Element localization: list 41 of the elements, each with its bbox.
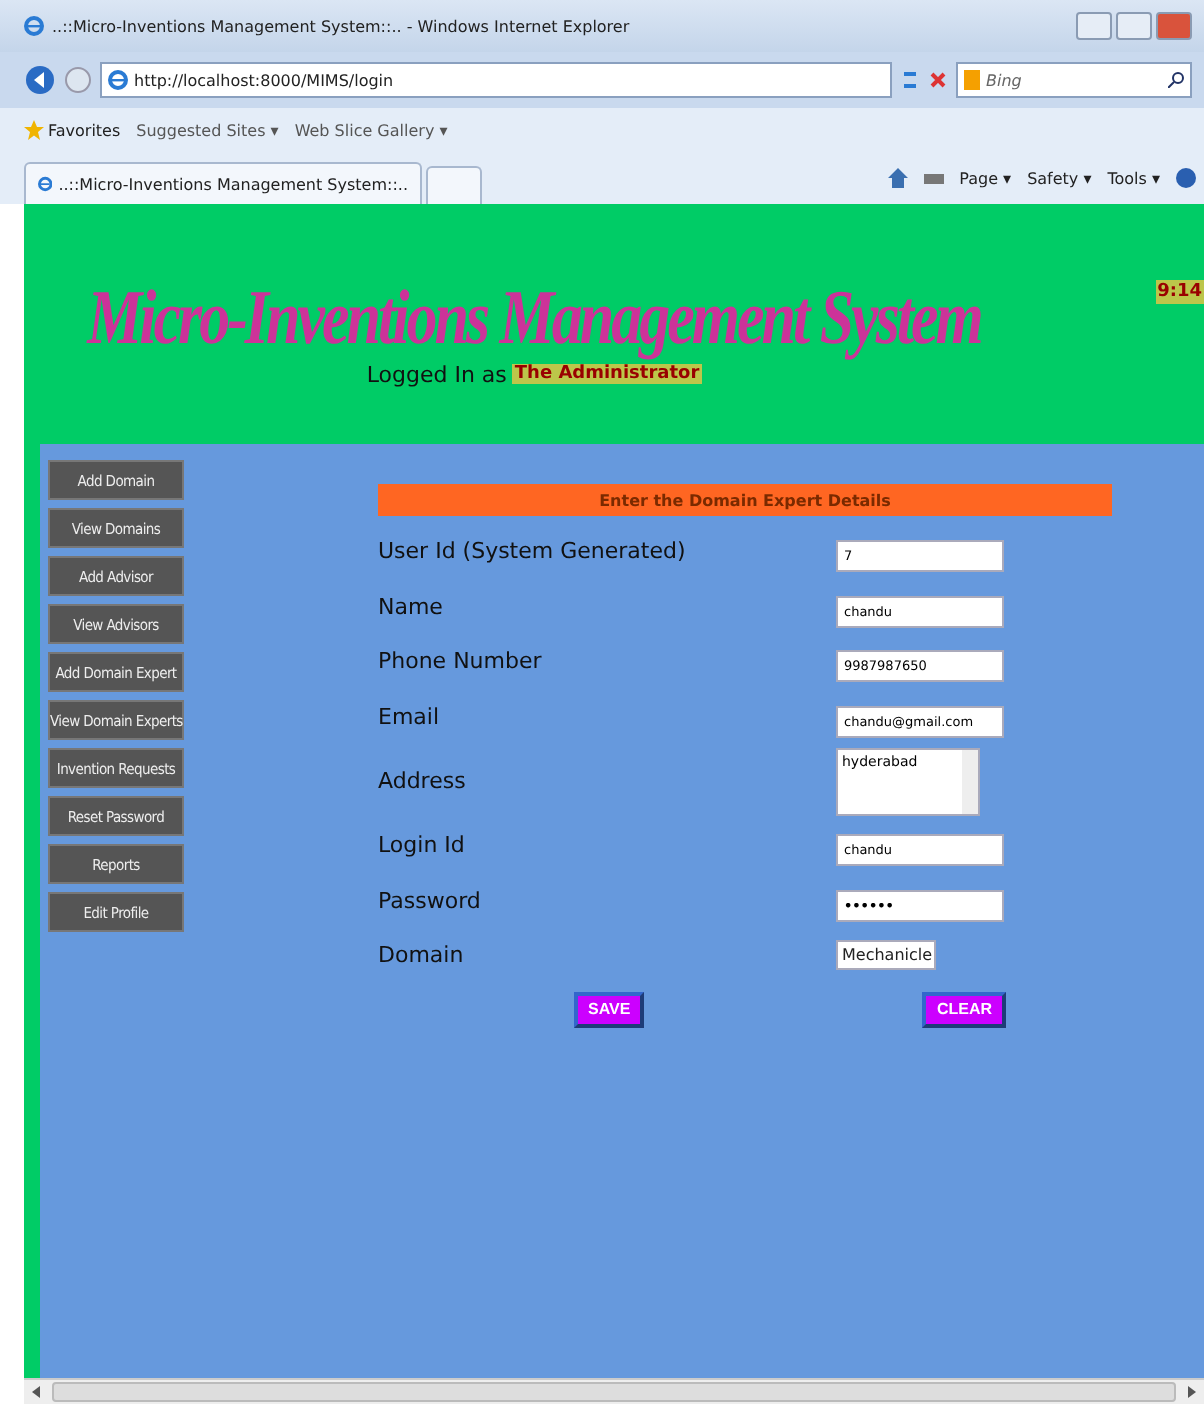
field-label: Name bbox=[378, 593, 445, 620]
back-icon[interactable] bbox=[24, 64, 56, 96]
site-title: Micro-Inventions Management System bbox=[87, 272, 981, 362]
command-menu[interactable]: Safety ▾ bbox=[1027, 169, 1092, 187]
forward-icon[interactable] bbox=[64, 66, 92, 94]
field-label: Phone Number bbox=[378, 648, 544, 675]
command-menu[interactable]: Tools ▾ bbox=[1107, 169, 1160, 187]
search-field[interactable]: Bing bbox=[956, 62, 1192, 98]
field-label: Password bbox=[378, 887, 483, 914]
domain-select[interactable]: Mechanicle bbox=[836, 940, 936, 971]
favorites-link[interactable]: Suggested Sites ▾ bbox=[136, 121, 279, 139]
user-name: The Administrator bbox=[512, 364, 702, 384]
browser-logo-icon bbox=[108, 70, 128, 90]
command-menu[interactable]: Page ▾ bbox=[959, 169, 1012, 187]
home-icon[interactable] bbox=[887, 168, 908, 188]
logged-in-label: Logged In as bbox=[366, 361, 507, 387]
favorites-link[interactable]: Web Slice Gallery ▾ bbox=[294, 121, 448, 139]
field-label: Login Id bbox=[378, 832, 467, 859]
scrollbar-track bbox=[962, 749, 978, 813]
form-button[interactable]: CLEAR bbox=[922, 991, 1006, 1027]
field-label: Domain bbox=[378, 942, 466, 969]
form-button[interactable]: SAVE bbox=[574, 991, 645, 1027]
new-tab-button[interactable] bbox=[426, 166, 482, 204]
minimize-button[interactable] bbox=[1076, 12, 1112, 40]
search-icon[interactable] bbox=[1168, 72, 1184, 88]
field-label: Email bbox=[378, 703, 442, 730]
clock-time: 9:14 bbox=[1155, 280, 1204, 304]
address-bar[interactable]: http://localhost:8000/MIMS/login bbox=[100, 62, 892, 98]
scroll-left-icon[interactable] bbox=[32, 1386, 40, 1398]
scroll-right-icon[interactable] bbox=[1188, 1386, 1196, 1398]
maximize-button[interactable] bbox=[1116, 12, 1152, 40]
form-heading: Enter the Domain Expert Details bbox=[378, 484, 1112, 516]
window-title: ..::Micro-Inventions Management System::.. - Windows Internet Explorer bbox=[52, 17, 630, 35]
star-icon bbox=[24, 120, 44, 140]
field-label: Address bbox=[378, 768, 468, 794]
browser-tab[interactable]: ..::Micro-Inventions Management System::.. bbox=[24, 162, 422, 204]
field-label: User Id (System Generated) bbox=[378, 538, 688, 565]
browser-logo-icon bbox=[24, 16, 44, 36]
favorites-button[interactable]: Favorites bbox=[48, 121, 121, 139]
stop-icon[interactable] bbox=[928, 70, 948, 90]
browser-logo-icon bbox=[38, 174, 53, 194]
